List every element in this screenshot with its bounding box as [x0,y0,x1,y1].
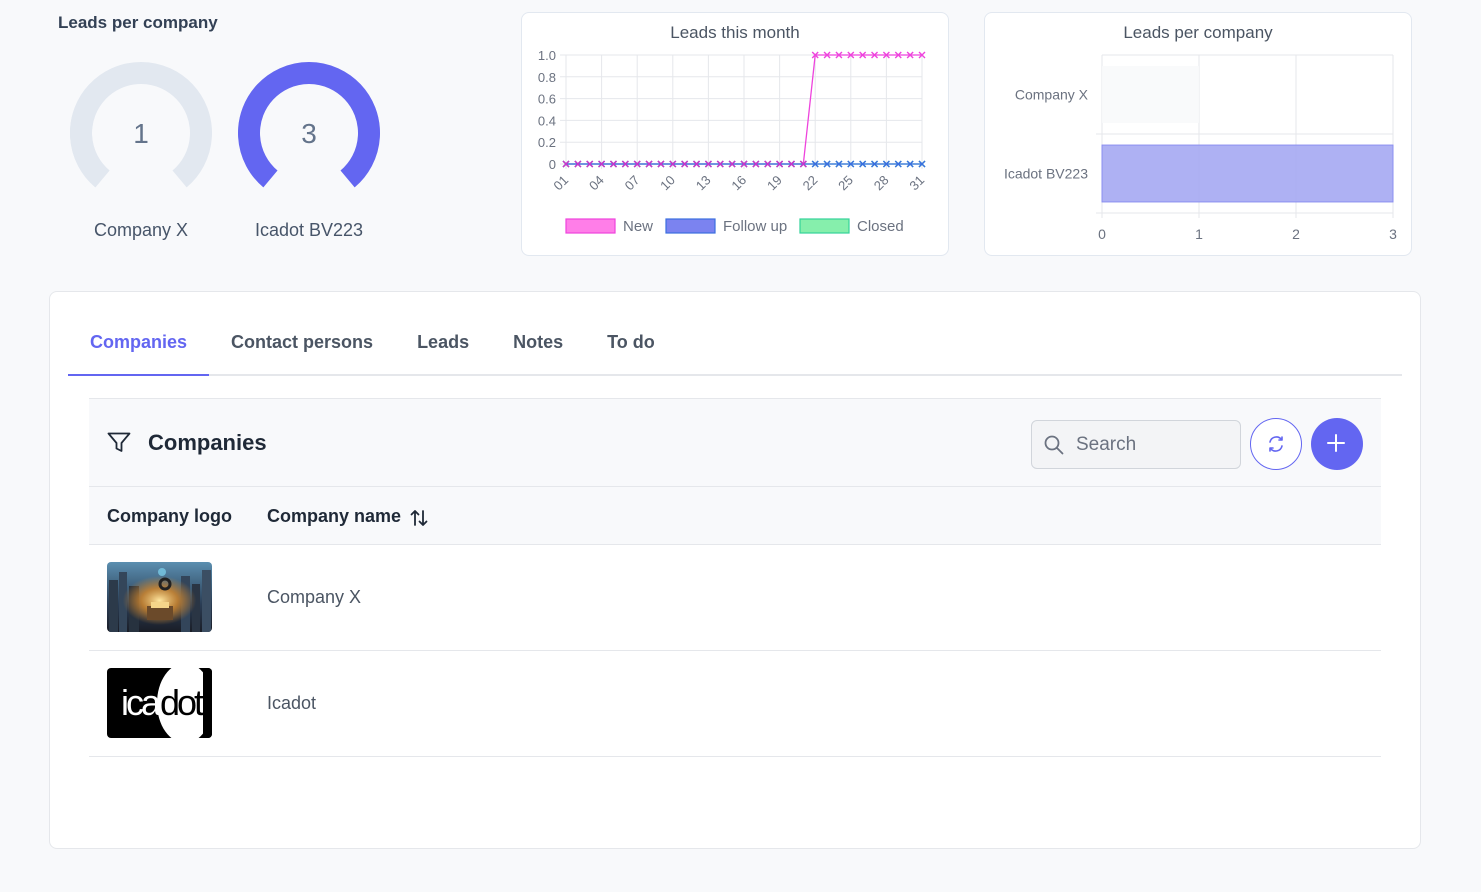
leads-month-chart: Leads this month 0 0.2 0.4 0.6 0.8 1.0 01 04 07 10… [538,23,927,235]
tab-leads[interactable]: Leads [395,320,491,376]
x-tick-label: 1 [1195,226,1203,242]
sort-icon[interactable] [409,508,429,533]
legend-item: New [565,218,653,235]
tab-notes[interactable]: Notes [491,320,585,376]
tab-to-do[interactable]: To do [585,320,677,376]
y-tick-label: 0.2 [538,135,556,150]
y-tick-label: Icadot BV223 [1004,166,1088,182]
x-tick-label: 0 [1098,226,1106,242]
search-box[interactable] [1031,420,1241,469]
gauge-label: Company X [93,220,189,240]
column-header-name[interactable]: Company name [267,506,401,527]
search-icon [1044,435,1064,460]
legend-label: New [623,218,653,235]
x-tick-label: 3 [1389,226,1397,242]
x-tick-label: 13 [693,172,714,193]
table-title: Companies [148,430,267,455]
plus-icon [1327,434,1345,452]
gauge-label: Icadot BV223 [254,220,364,240]
gauge-value: 1 [133,118,149,149]
main-panel: Companies Contact persons Leads Notes To… [49,291,1421,849]
legend-item: Closed [799,218,904,235]
x-tick-label: 2 [1292,226,1300,242]
bar [1101,144,1394,203]
x-tick-label: 31 [906,172,927,193]
company-name: Company X [267,587,362,607]
refresh-button[interactable] [1250,418,1302,470]
table-toolbar: Companies [89,398,1381,487]
gauge-company-x: 1 Company X [68,60,214,241]
legend-item: Follow up [665,218,787,235]
y-tick-label: 0 [549,157,556,172]
legend-label: Follow up [723,218,787,235]
gauge-value: 3 [301,118,317,149]
legend-swatch [665,218,716,234]
chart-title: Leads per company [1123,23,1273,42]
x-tick-label: 28 [871,172,892,193]
icadot-logo: ica dot [107,668,212,738]
chart-title: Leads this month [670,23,799,42]
bar [1102,66,1199,123]
x-tick-label: 19 [764,172,785,193]
y-tick-label: 0.4 [538,113,556,128]
svg-text:dot: dot [160,682,204,723]
svg-text:ica: ica [121,682,162,723]
x-tick-label: 04 [586,172,607,193]
add-company-button[interactable] [1311,418,1363,470]
companies-table: Companies Co [89,398,1381,757]
x-tick-label: 25 [835,172,856,193]
gauges-title: Leads per company [58,13,218,32]
column-header-logo: Company logo [107,506,232,526]
table-header: Company logo Company name [89,487,1381,545]
y-tick-label: Company X [1015,87,1089,103]
legend-label: Closed [857,218,904,235]
tab-bar: Companies Contact persons Leads Notes To… [68,320,1402,376]
x-tick-label: 16 [728,172,749,193]
x-tick-label: 22 [800,172,821,193]
y-tick-label: 0.8 [538,70,556,85]
x-tick-label: 01 [550,172,571,193]
leads-month-chart-card: Leads this month 0 0.2 0.4 0.6 0.8 1.0 01 04 07 10… [521,12,949,256]
legend-swatch [565,218,616,234]
table-row[interactable]: Company X [89,545,1381,651]
y-tick-label: 0.6 [538,92,556,107]
search-input[interactable] [1076,421,1236,468]
tab-contact-persons[interactable]: Contact persons [209,320,395,376]
legend-swatch [799,218,850,234]
tab-companies[interactable]: Companies [68,320,210,376]
refresh-icon [1269,436,1283,452]
y-tick-label: 1.0 [538,48,556,63]
table-row[interactable]: ica dot Icadot [89,651,1381,757]
filter-icon[interactable] [107,432,131,459]
company-x-logo-image [107,562,212,632]
x-tick-label: 10 [657,172,678,193]
gauge-icadot: 3 Icadot BV223 [236,60,382,241]
leads-company-chart: Leads per company 0 1 2 3 Company X Icadot BV2… [1004,23,1397,242]
x-tick-label: 07 [622,172,643,193]
company-name: Icadot [267,693,317,713]
leads-company-chart-card: Leads per company 0 1 2 3 Company X Icadot BV2… [984,12,1412,256]
